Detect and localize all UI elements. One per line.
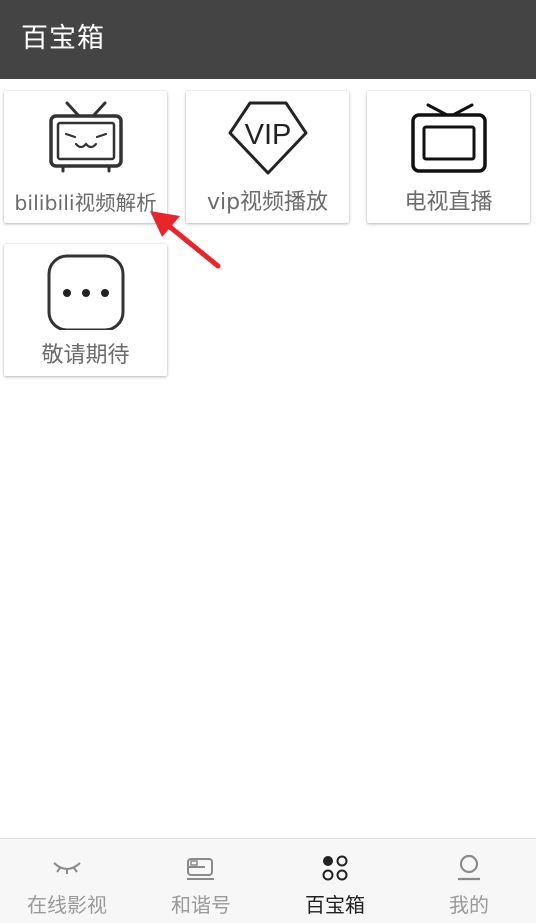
- tab-label: 我的: [449, 893, 489, 917]
- grid-item-tv-live[interactable]: 电视直播: [367, 91, 530, 223]
- bottom-tab-bar: 在线影视 和谐号 百宝箱 我的: [0, 838, 536, 923]
- tab-online-movies[interactable]: 在线影视: [0, 839, 134, 923]
- tv-icon: [411, 103, 487, 173]
- person-icon: [458, 854, 480, 881]
- tab-toolbox[interactable]: 百宝箱: [268, 839, 402, 923]
- tab-harmony[interactable]: 和谐号: [134, 839, 268, 923]
- grid-item-label: 电视直播: [404, 190, 493, 215]
- tab-mine[interactable]: 我的: [402, 839, 536, 923]
- vip-icon-text: VIP: [245, 119, 292, 151]
- red-arrow-pointer: [150, 211, 221, 269]
- more-dots-icon: [47, 254, 125, 330]
- page-title: 百宝箱: [21, 23, 105, 54]
- grid-item-label: 敬请期待: [41, 343, 130, 368]
- eye-closed-icon: [53, 862, 81, 874]
- dots-grid-icon: [322, 855, 348, 881]
- tab-label: 和谐号: [171, 893, 231, 917]
- tab-label: 百宝箱: [305, 893, 365, 917]
- train-icon: [187, 858, 214, 880]
- vip-diamond-icon: VIP: [228, 101, 308, 175]
- app-bar: 百宝箱: [0, 0, 536, 79]
- tab-label: 在线影视: [27, 893, 107, 917]
- bilibili-tv-icon: [49, 101, 123, 173]
